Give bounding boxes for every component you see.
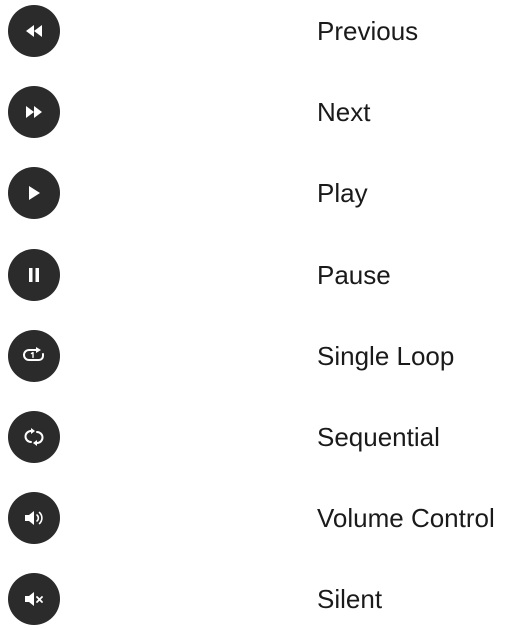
legend-row-next: Next (0, 81, 527, 143)
single-loop-button[interactable] (8, 330, 60, 382)
repeat-one-icon (23, 347, 44, 361)
legend-row-single-loop: Single Loop (0, 325, 527, 387)
media-controls-legend: Previous Next Play Pause Single Loop Seq… (0, 0, 527, 628)
rewind-icon (26, 25, 42, 37)
next-label: Next (317, 97, 371, 127)
pause-button[interactable] (8, 249, 60, 301)
legend-row-silent: Silent (0, 568, 527, 630)
pause-label: Pause (317, 260, 391, 290)
silent-label: Silent (317, 584, 383, 614)
play-icon (29, 186, 40, 200)
legend-row-pause: Pause (0, 244, 527, 306)
volume-control-label: Volume Control (317, 503, 495, 533)
silent-button[interactable] (8, 573, 60, 625)
legend-row-sequential: Sequential (0, 406, 527, 468)
repeat-icon (24, 428, 44, 446)
play-label: Play (317, 178, 368, 208)
fast-forward-icon (26, 106, 42, 118)
legend-row-previous: Previous (0, 0, 527, 62)
sequential-button[interactable] (8, 411, 60, 463)
next-button[interactable] (8, 86, 60, 138)
mute-icon (25, 592, 43, 606)
legend-row-play: Play (0, 162, 527, 224)
legend-row-volume-control: Volume Control (0, 487, 527, 549)
sequential-label: Sequential (317, 422, 440, 452)
previous-button[interactable] (8, 5, 60, 57)
volume-icon (25, 511, 43, 525)
previous-label: Previous (317, 16, 419, 46)
volume-control-button[interactable] (8, 492, 60, 544)
single-loop-label: Single Loop (317, 341, 455, 371)
play-button[interactable] (8, 167, 60, 219)
pause-icon (29, 268, 39, 282)
